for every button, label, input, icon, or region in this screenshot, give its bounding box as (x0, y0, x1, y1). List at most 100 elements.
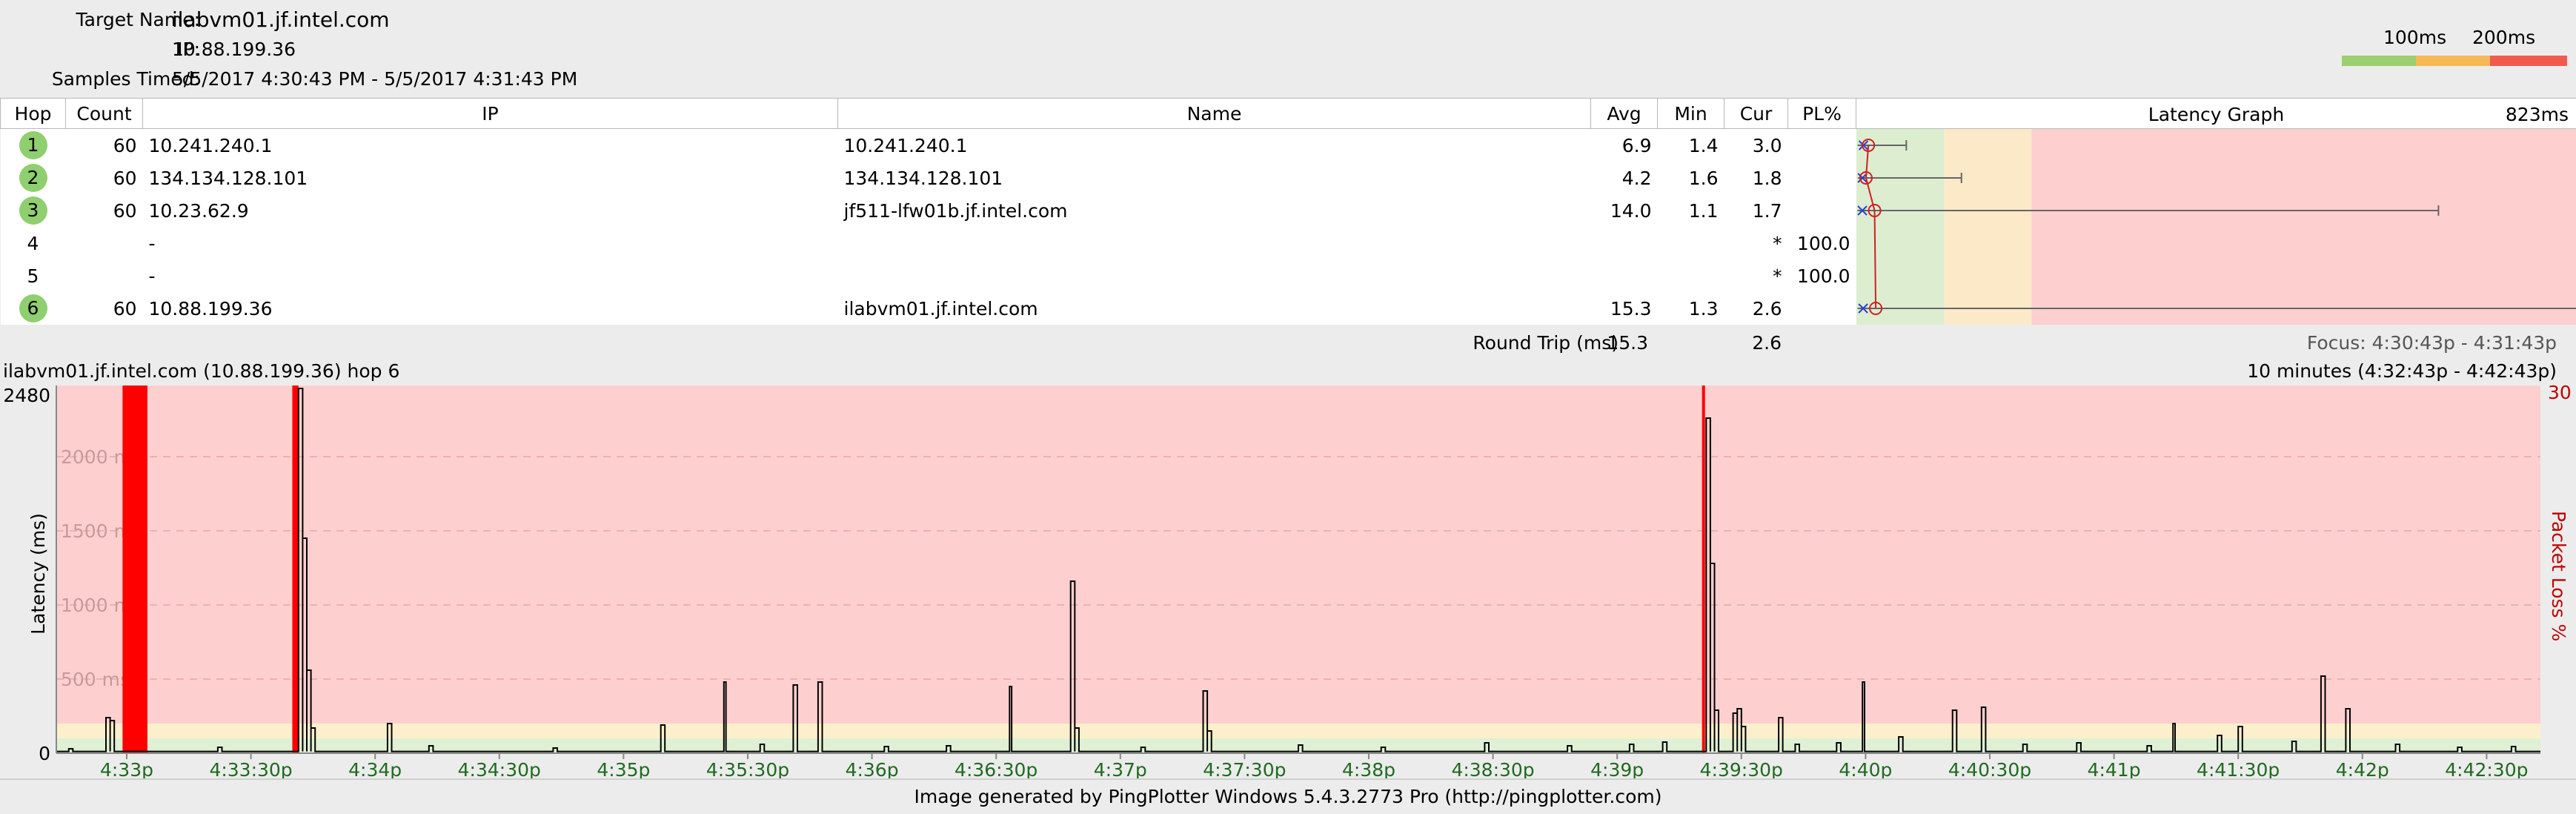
hop-cur: 3.0 (1724, 129, 1788, 162)
hop-ip: 134.134.128.101 (143, 162, 838, 194)
hop-pl (1788, 162, 1856, 194)
focus-range[interactable]: Focus: 4:30:43p - 4:31:43p (2307, 332, 2557, 354)
hop-name (838, 259, 1591, 292)
hop-name (838, 227, 1591, 259)
x-tick-label: 4:35p (597, 759, 650, 781)
hop-count (66, 227, 143, 259)
target-name-value: ilabvm01.jf.intel.com (172, 7, 390, 32)
round-trip-label: Round Trip (ms) (1473, 332, 1619, 354)
legend-red-bar (2490, 56, 2567, 66)
hop-name: ilabvm01.jf.intel.com (838, 292, 1591, 325)
hop-ip: 10.88.199.36 (143, 292, 838, 325)
hop-number-badge: 1 (19, 131, 47, 159)
x-tick-label: 4:38p (1342, 759, 1395, 781)
y2-axis-label: Packet Loss % (2548, 511, 2569, 641)
hop-ip: 10.23.62.9 (143, 194, 838, 227)
hop-ip: - (143, 259, 838, 292)
hop-number-badge: 2 (19, 164, 47, 192)
hop-pl: 100.0 (1788, 227, 1856, 259)
legend-yellow-bar (2416, 56, 2490, 66)
x-tick-label: 4:32:30p (0, 759, 15, 781)
round-trip-cur: 2.6 (1752, 332, 1782, 354)
x-tick-label: 4:41:30p (2197, 759, 2280, 781)
y2-max-label: 30 (2548, 382, 2572, 403)
col-avg-header[interactable]: Avg (1591, 99, 1658, 129)
hop-pl (1788, 194, 1856, 227)
legend-200ms-label: 200ms (2472, 27, 2535, 48)
graph-zone-bad (2031, 129, 2576, 325)
x-tick-label: 4:39:30p (1700, 759, 1783, 781)
x-tick-label: 4:37:30p (1203, 759, 1286, 781)
chart-zone (56, 724, 2540, 738)
x-tick-label: 4:34p (348, 759, 402, 781)
round-trip-avg: 15.3 (1607, 332, 1648, 354)
hop-cur: 1.7 (1724, 194, 1788, 227)
latency-graph-cell (1856, 129, 2576, 325)
hop-cur: * (1724, 259, 1788, 292)
hop-table: Hop Count IP Name Avg Min Cur PL% Latenc… (0, 98, 2576, 325)
hop-cur: 1.8 (1724, 162, 1788, 194)
hop-name: jf511-lfw01b.jf.intel.com (838, 194, 1591, 227)
hop-min: 1.6 (1658, 162, 1724, 194)
hop-cur: 2.6 (1724, 292, 1788, 325)
chart-title: ilabvm01.jf.intel.com (10.88.199.36) hop… (3, 360, 399, 382)
col-latency-graph-header[interactable]: Latency Graph 823ms (1856, 99, 2576, 129)
chart-zone (56, 386, 2540, 724)
hop-name: 10.241.240.1 (838, 129, 1591, 162)
hop-ip: 10.241.240.1 (143, 129, 838, 162)
col-hop-header[interactable]: Hop (1, 99, 66, 129)
col-count-header[interactable]: Count (66, 99, 143, 129)
hop-avg (1591, 259, 1658, 292)
hop-count: 60 (66, 194, 143, 227)
legend-100ms-label: 100ms (2383, 27, 2446, 48)
hop-name: 134.134.128.101 (838, 162, 1591, 194)
x-tick-label: 4:36p (846, 759, 899, 781)
graph-zone-warn (1944, 129, 2031, 325)
target-ip-value: 10.88.199.36 (172, 39, 296, 60)
col-ip-header[interactable]: IP (143, 99, 838, 129)
hop-number: 5 (19, 265, 47, 287)
hop-avg: 6.9 (1591, 129, 1658, 162)
hop-avg (1591, 227, 1658, 259)
x-tick-label: 4:41p (2088, 759, 2141, 781)
x-tick-label: 4:40p (1839, 759, 1892, 781)
x-tick-label: 4:40:30p (1948, 759, 2031, 781)
graph-zone-good (1856, 129, 1944, 325)
hop-row[interactable]: 1 60 10.241.240.1 10.241.240.1 6.9 1.4 3… (1, 129, 2576, 162)
hop-cur: * (1724, 227, 1788, 259)
packet-loss-bar (1702, 386, 1705, 753)
hop-number-badge: 3 (19, 196, 47, 225)
samples-timed-value: 5/5/2017 4:30:43 PM - 5/5/2017 4:31:43 P… (172, 68, 577, 90)
col-min-header[interactable]: Min (1658, 99, 1724, 129)
legend-green-bar (2342, 56, 2416, 66)
round-trip-row: Round Trip (ms) 15.3 2.6 Focus: 4:30:43p… (0, 328, 2576, 357)
x-tick-label: 4:42:30p (2445, 759, 2528, 781)
x-tick-label: 4:39p (1590, 759, 1644, 781)
packet-loss-bar (292, 386, 298, 753)
hop-count (66, 259, 143, 292)
x-tick-label: 4:34:30p (458, 759, 541, 781)
latency-graph-max: 823ms (2506, 104, 2569, 125)
hop-count: 60 (66, 129, 143, 162)
hop-min: 1.4 (1658, 129, 1724, 162)
hop-min: 1.3 (1658, 292, 1724, 325)
y-tick-label: 2480 (3, 385, 50, 406)
latency-graph (1856, 129, 2576, 325)
col-name-header[interactable]: Name (838, 99, 1591, 129)
col-cur-header[interactable]: Cur (1724, 99, 1788, 129)
x-tick-label: 4:37p (1094, 759, 1147, 781)
latency-graph-title: Latency Graph (1856, 104, 2576, 125)
hop-count: 60 (66, 292, 143, 325)
col-pl-header[interactable]: PL% (1788, 99, 1856, 129)
hop-min (1658, 259, 1724, 292)
hop-count: 60 (66, 162, 143, 194)
chart-time-range[interactable]: 10 minutes (4:32:43p - 4:42:43p) (2247, 360, 2557, 382)
hop-pl (1788, 292, 1856, 325)
x-tick-label: 4:36:30p (955, 759, 1038, 781)
hop-number: 4 (19, 233, 47, 254)
x-tick-label: 4:35:30p (706, 759, 789, 781)
hop-avg: 4.2 (1591, 162, 1658, 194)
packet-loss-bar (122, 386, 147, 753)
hop-ip: - (143, 227, 838, 259)
latency-time-graph[interactable]: 24802000 ms1500 ms1000 ms500 ms0Latency … (0, 381, 2576, 781)
